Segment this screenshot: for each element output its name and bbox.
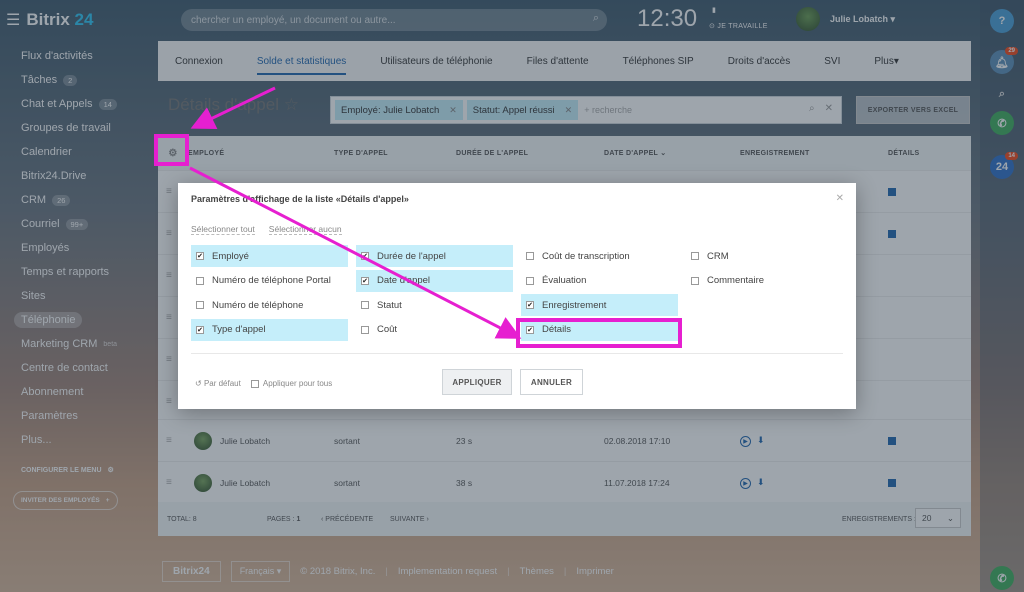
checkbox[interactable]: ✔ bbox=[361, 252, 369, 260]
list-settings-dialog: Paramètres d'affichage de la liste «Déta… bbox=[178, 183, 856, 409]
checkbox[interactable] bbox=[196, 301, 204, 309]
apply-all-checkbox[interactable]: Appliquer pour tous bbox=[250, 379, 332, 388]
column-option[interactable]: Commentaire bbox=[686, 270, 843, 292]
default-link[interactable]: ↺ Par défaut bbox=[195, 379, 241, 388]
column-option[interactable]: ✔ Détails bbox=[521, 318, 678, 341]
checkbox[interactable]: ✔ bbox=[196, 325, 204, 334]
column-option[interactable]: ✔ Durée de l'appel bbox=[356, 245, 513, 267]
column-option[interactable]: ✔ Employé bbox=[191, 245, 348, 267]
select-all-link[interactable]: Sélectionner tout bbox=[191, 224, 255, 235]
column-option[interactable]: Coût bbox=[356, 319, 513, 341]
column-option[interactable]: Statut bbox=[356, 294, 513, 316]
column-option[interactable]: Évaluation bbox=[521, 270, 678, 292]
checkbox[interactable] bbox=[526, 252, 534, 260]
column-option[interactable]: ✔ Type d'appel bbox=[191, 318, 348, 341]
checkbox[interactable] bbox=[361, 325, 369, 334]
checkbox[interactable] bbox=[361, 301, 369, 309]
column-option[interactable]: Numéro de téléphone bbox=[191, 294, 348, 316]
column-option[interactable]: Numéro de téléphone Portal bbox=[191, 270, 348, 292]
checkbox[interactable] bbox=[691, 276, 699, 285]
select-none-link[interactable]: Sélectionner aucun bbox=[268, 224, 342, 235]
checkbox[interactable] bbox=[196, 276, 204, 285]
dialog-title: Paramètres d'affichage de la liste «Déta… bbox=[191, 194, 409, 204]
column-option[interactable]: CRM bbox=[686, 245, 843, 267]
checkbox[interactable] bbox=[526, 276, 534, 285]
checkbox[interactable]: ✔ bbox=[526, 325, 534, 334]
checkbox[interactable]: ✔ bbox=[361, 276, 369, 285]
column-option[interactable]: ✔ Enregistrement bbox=[521, 294, 678, 316]
cancel-button[interactable]: ANNULER bbox=[520, 369, 583, 395]
apply-button[interactable]: APPLIQUER bbox=[442, 369, 512, 395]
checkbox[interactable] bbox=[691, 252, 699, 260]
checkbox[interactable]: ✔ bbox=[196, 252, 204, 260]
divider bbox=[191, 353, 843, 354]
column-option[interactable]: ✔ Date d'appel bbox=[356, 269, 513, 292]
column-option[interactable]: Coût de transcription bbox=[521, 245, 678, 267]
close-icon[interactable]: ✕ bbox=[836, 193, 844, 204]
checkbox[interactable]: ✔ bbox=[526, 301, 534, 309]
